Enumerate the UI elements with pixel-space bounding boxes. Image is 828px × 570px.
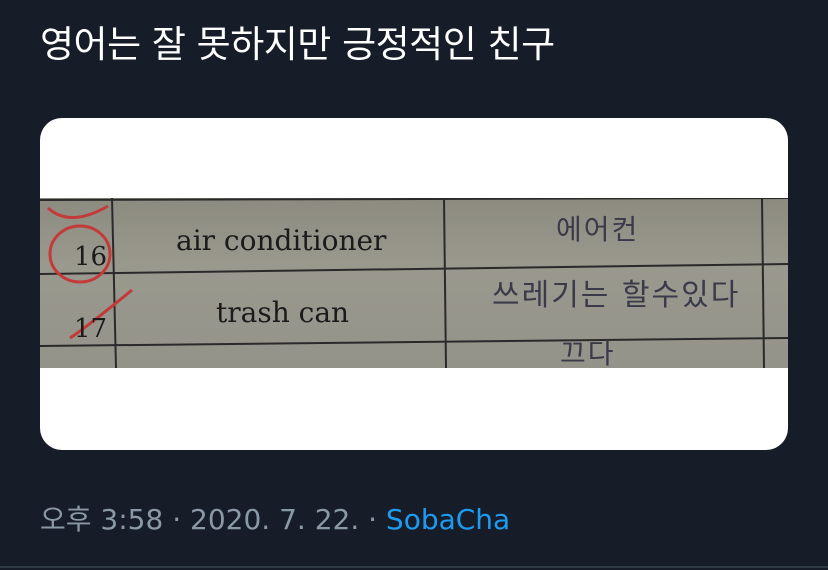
divider (0, 566, 828, 568)
tweet-media[interactable]: 16 air conditioner 에어컨 17 trash can 쓰레기는… (40, 118, 788, 450)
handwritten-answer-18: 끄다 (560, 337, 616, 368)
worksheet-photo[interactable]: 16 air conditioner 에어컨 17 trash can 쓰레기는… (40, 198, 788, 368)
meta-separator: · (359, 503, 386, 536)
row-number-16: 16 (74, 242, 108, 272)
vocab-word-air-conditioner: air conditioner (176, 224, 387, 257)
tweet-source-link[interactable]: SobaCha (386, 503, 510, 536)
tweet-text: 영어는 잘 못하지만 긍정적인 친구 (40, 23, 555, 66)
vocab-word-trash-can: trash can (216, 296, 350, 329)
row-number-17: 17 (74, 314, 108, 344)
handwritten-answer-17: 쓰레기는 할수있다 (492, 278, 741, 313)
tweet-date[interactable]: 2020. 7. 22. (190, 503, 359, 536)
meta-separator: · (163, 503, 191, 536)
handwritten-answer-16: 에어컨 (556, 213, 640, 246)
tweet-time: 오후 3:58 (40, 503, 164, 536)
tweet-metadata: 오후 3:58 · 2020. 7. 22. · SobaCha (40, 498, 510, 542)
red-pen-mark-top (46, 204, 109, 219)
